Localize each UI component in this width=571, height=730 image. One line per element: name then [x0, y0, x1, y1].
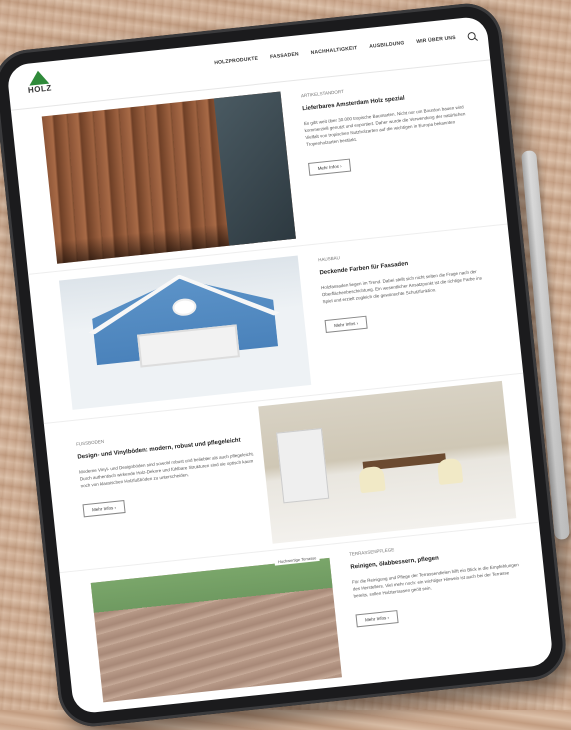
main-menu: HOLZPRODUKTE FASSADEN NACHHALTIGKEIT AUS… [214, 31, 477, 69]
more-info-button[interactable]: Mehr Infos › [82, 500, 126, 518]
menu-item-wir-ueber-uns[interactable]: WIR ÜBER UNS [416, 35, 456, 47]
logo-text: HOLZ [27, 83, 53, 95]
more-info-button[interactable]: Mehr Infos › [324, 315, 368, 334]
menu-item-nachhaltigkeit[interactable]: NACHHALTIGKEIT [310, 45, 357, 58]
tablet-device: HOLZ HOLZPRODUKTE FASSADEN NACHHALTIGKEI… [0, 0, 570, 730]
button-label: Mehr Infos [333, 320, 356, 329]
button-label: Mehr Infos [91, 505, 114, 513]
article-text: FUSSBODEN Design- und Vinylböden: modern… [76, 423, 263, 518]
more-info-button[interactable]: Mehr Infos › [355, 610, 399, 628]
wooden-planks-image [41, 91, 296, 264]
button-label: Mehr Infos [317, 163, 340, 171]
article-text: Artikelstandort Lieferbares Amsterdam Ho… [301, 76, 479, 176]
tablet-screen: HOLZ HOLZPRODUKTE FASSADEN NACHHALTIGKEI… [6, 15, 554, 715]
more-info-button[interactable]: Mehr Infos › [308, 158, 352, 176]
article-text: TERRASSENPFLEGE Reinigen, ölabbessern, p… [349, 534, 526, 628]
button-label: Mehr Infos [364, 615, 387, 623]
menu-item-fassaden[interactable]: FASSADEN [270, 51, 300, 62]
blue-house-facade-image [58, 255, 312, 410]
article-text: HAUSBAU Deckende Farben für Fassaden Hol… [318, 240, 495, 334]
menu-item-holzprodukte[interactable]: HOLZPRODUKTE [214, 56, 259, 69]
image-caption: Hochwertige Terrasse [274, 553, 320, 566]
site-logo[interactable]: HOLZ [23, 69, 55, 95]
menu-item-ausbildung[interactable]: AUSBILDUNG [369, 40, 405, 52]
search-icon[interactable] [467, 31, 477, 41]
kitchen-interior-image [258, 380, 517, 544]
wooden-terrace-image: Hochwertige Terrasse [90, 553, 342, 703]
